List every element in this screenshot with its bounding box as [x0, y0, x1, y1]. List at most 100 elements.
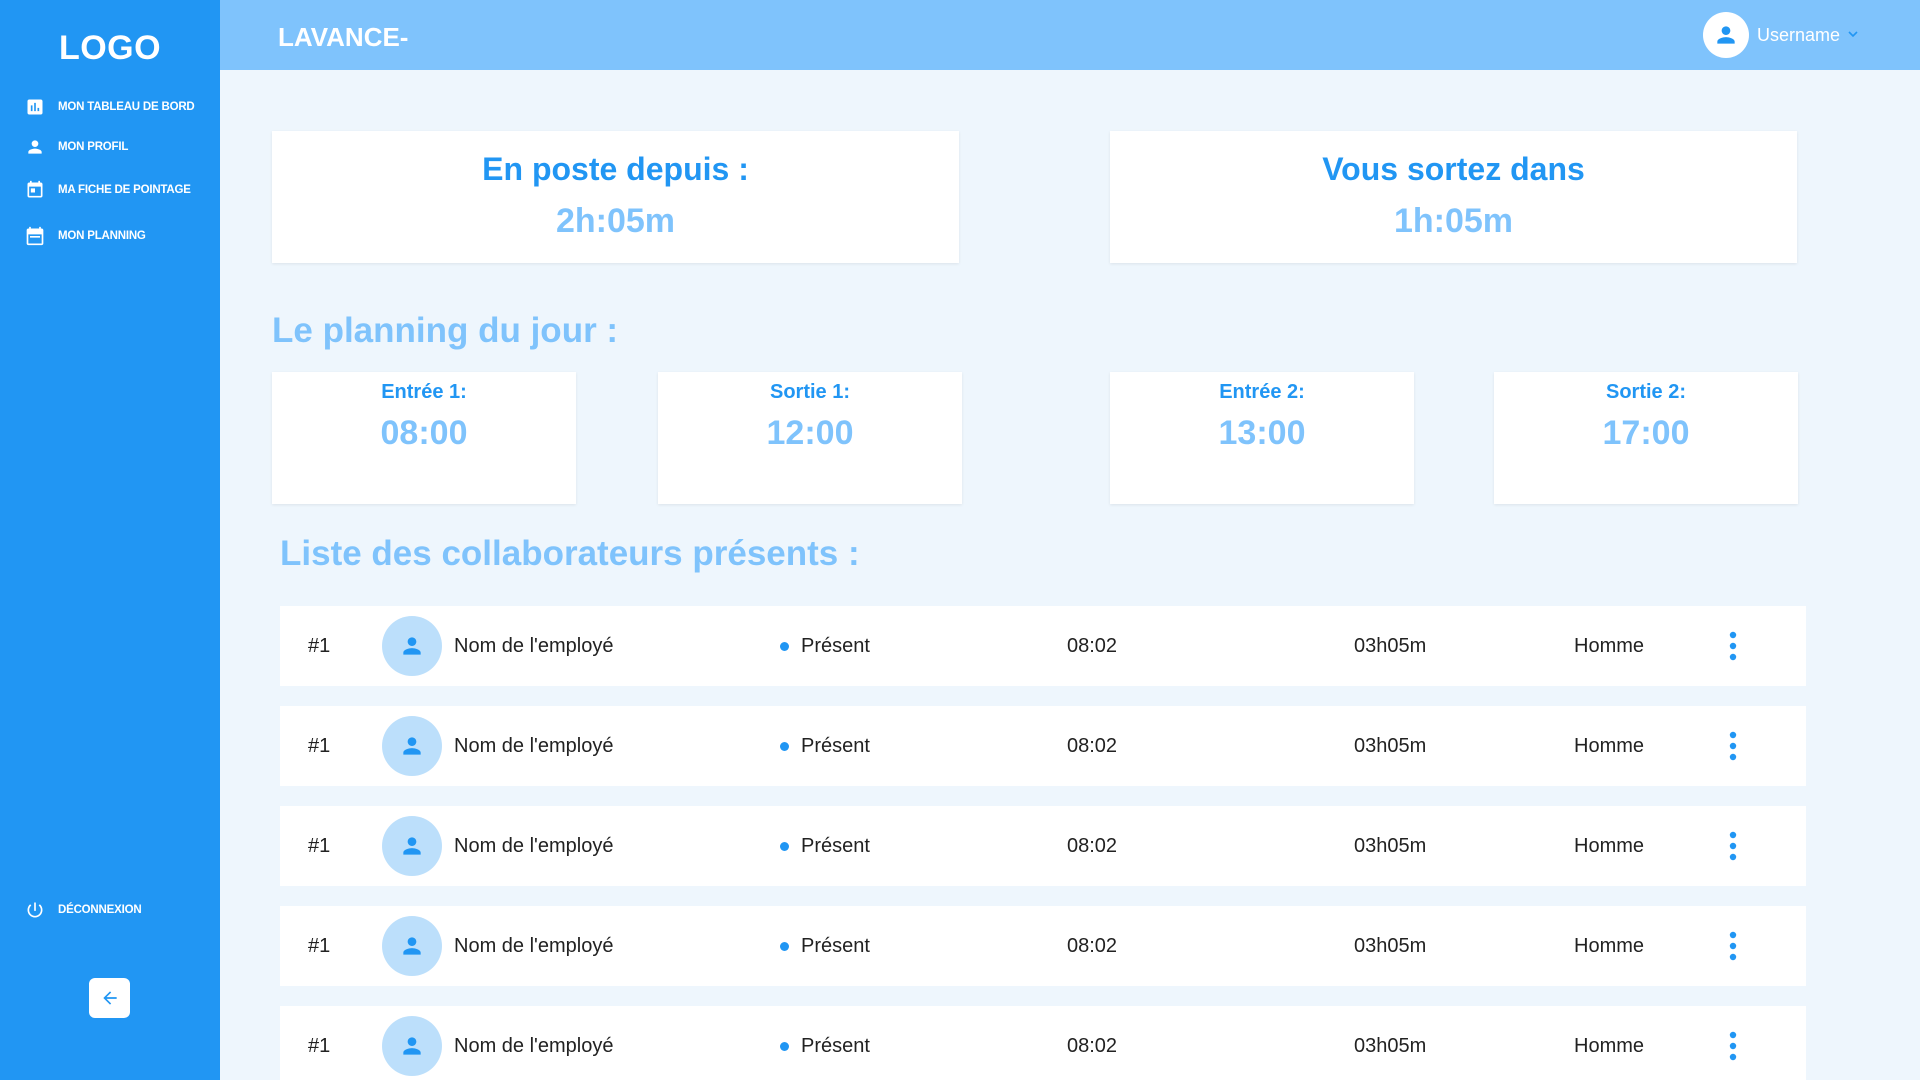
person-icon	[24, 136, 46, 158]
employee-name: Nom de l'employé	[454, 734, 614, 757]
status-dot	[780, 741, 789, 751]
status-badge: Présent	[780, 606, 870, 686]
person-icon	[403, 1037, 421, 1055]
status-dot	[780, 1041, 789, 1051]
employee-name: Nom de l'employé	[454, 834, 614, 857]
calendar-icon	[24, 225, 46, 247]
stat-title: En poste depuis :	[482, 151, 749, 187]
more-vertical-icon	[1729, 731, 1737, 761]
worked-duration: 03h05m	[1354, 634, 1427, 657]
gender: Homme	[1574, 634, 1645, 657]
table-row[interactable]: #1 Nom de l'employé Présent 08:02 03h05m…	[280, 706, 1806, 786]
planning-label: Entrée 1:	[381, 381, 467, 403]
app-brand: LAVANCE-	[278, 22, 409, 52]
avatar	[382, 1016, 442, 1076]
table-row[interactable]: #1 Nom de l'employé Présent 08:02 03h05m…	[280, 806, 1806, 886]
status-dot	[780, 641, 789, 651]
planning-time: 17:00	[1602, 414, 1690, 452]
status-dot	[780, 841, 789, 851]
logout-button[interactable]: DÉCONNEXION	[24, 899, 142, 921]
gender: Homme	[1574, 934, 1645, 957]
arrival-time: 08:02	[1067, 1034, 1118, 1057]
planning-label: Entrée 2:	[1219, 381, 1305, 403]
person-icon	[403, 937, 421, 955]
gender: Homme	[1574, 834, 1645, 857]
worked-duration: 03h05m	[1354, 934, 1427, 957]
table-row[interactable]: #1 Nom de l'employé Présent 08:02 03h05m…	[280, 1006, 1806, 1080]
more-options-button[interactable]	[1723, 730, 1743, 762]
sidebar-item-dashboard[interactable]: MON TABLEAU DE BORD	[24, 96, 195, 118]
employee-name: Nom de l'employé	[454, 634, 614, 657]
planning-time: 12:00	[766, 414, 854, 452]
username: Username	[1756, 24, 1840, 45]
arrival-time: 08:02	[1067, 734, 1118, 757]
status-badge: Présent	[780, 1006, 870, 1080]
planning-card-exit-2: Sortie 2: 17:00	[1494, 372, 1798, 504]
stat-value: 2h:05m	[555, 202, 676, 240]
sidebar-item-label: MON PROFIL	[58, 141, 129, 153]
stat-card-on-duty: En poste depuis : 2h:05m	[272, 131, 959, 263]
gender: Homme	[1574, 734, 1645, 757]
more-options-button[interactable]	[1723, 1030, 1743, 1062]
more-vertical-icon	[1729, 831, 1737, 861]
worked-duration: 03h05m	[1354, 1034, 1427, 1057]
planning-title: Le planning du jour :	[272, 311, 619, 350]
avatar	[382, 816, 442, 876]
status-dot	[780, 941, 789, 951]
calendar-day-icon	[24, 179, 46, 201]
chevron-down-icon	[1848, 26, 1858, 44]
person-icon	[403, 837, 421, 855]
sidebar-item-planning[interactable]: MON PLANNING	[24, 225, 146, 247]
arrival-time: 08:02	[1067, 634, 1118, 657]
collaborators-title: Liste des collaborateurs présents :	[280, 534, 860, 573]
person-icon	[403, 737, 421, 755]
stat-title: Vous sortez dans	[1322, 151, 1585, 187]
user-menu[interactable]: Username	[1702, 12, 1858, 58]
collapse-sidebar-button[interactable]	[89, 978, 130, 1018]
arrival-time: 08:02	[1067, 934, 1118, 957]
status-label: Présent	[801, 634, 870, 657]
status-label: Présent	[801, 734, 870, 757]
logout-label: DÉCONNEXION	[58, 904, 142, 916]
arrival-time: 08:02	[1067, 834, 1118, 857]
sidebar-item-profile[interactable]: MON PROFIL	[24, 136, 128, 158]
more-options-button[interactable]	[1723, 630, 1743, 662]
table-row[interactable]: #1 Nom de l'employé Présent 08:02 03h05m…	[280, 606, 1806, 686]
planning-card-exit-1: Sortie 1: 12:00	[658, 372, 962, 504]
planning-card-entry-1: Entrée 1: 08:00	[272, 372, 576, 504]
planning-card-entry-2: Entrée 2: 13:00	[1110, 372, 1414, 504]
employee-name: Nom de l'employé	[454, 934, 614, 957]
row-rank: #1	[308, 734, 331, 757]
status-badge: Présent	[780, 906, 870, 986]
row-rank: #1	[308, 834, 331, 857]
sidebar-item-timesheet[interactable]: MA FICHE DE POINTAGE	[24, 179, 191, 201]
status-badge: Présent	[780, 706, 870, 786]
stat-value: 1h:05m	[1393, 202, 1514, 240]
avatar	[382, 616, 442, 676]
status-badge: Présent	[780, 806, 870, 886]
gender: Homme	[1574, 1034, 1645, 1057]
table-row[interactable]: #1 Nom de l'employé Présent 08:02 03h05m…	[280, 906, 1806, 986]
person-icon	[403, 637, 421, 655]
arrow-left-icon	[102, 991, 117, 1005]
status-label: Présent	[801, 834, 870, 857]
planning-label: Sortie 2:	[1605, 381, 1687, 403]
more-options-button[interactable]	[1723, 930, 1743, 962]
status-label: Présent	[801, 1034, 870, 1057]
more-vertical-icon	[1729, 631, 1737, 661]
planning-time: 13:00	[1218, 414, 1306, 452]
row-rank: #1	[308, 1034, 331, 1057]
planning-time: 08:00	[380, 414, 468, 452]
worked-duration: 03h05m	[1354, 734, 1427, 757]
avatar	[382, 716, 442, 776]
power-icon	[24, 899, 46, 921]
more-options-button[interactable]	[1723, 830, 1743, 862]
row-rank: #1	[308, 634, 331, 657]
employee-name: Nom de l'employé	[454, 1034, 614, 1057]
topbar: LAVANCE- Username	[220, 0, 1920, 70]
logo: LOGO	[58, 29, 162, 67]
avatar	[382, 916, 442, 976]
person-icon	[1717, 26, 1735, 44]
sidebar-item-label: MON PLANNING	[58, 230, 146, 242]
sidebar-item-label: MON TABLEAU DE BORD	[58, 101, 195, 113]
